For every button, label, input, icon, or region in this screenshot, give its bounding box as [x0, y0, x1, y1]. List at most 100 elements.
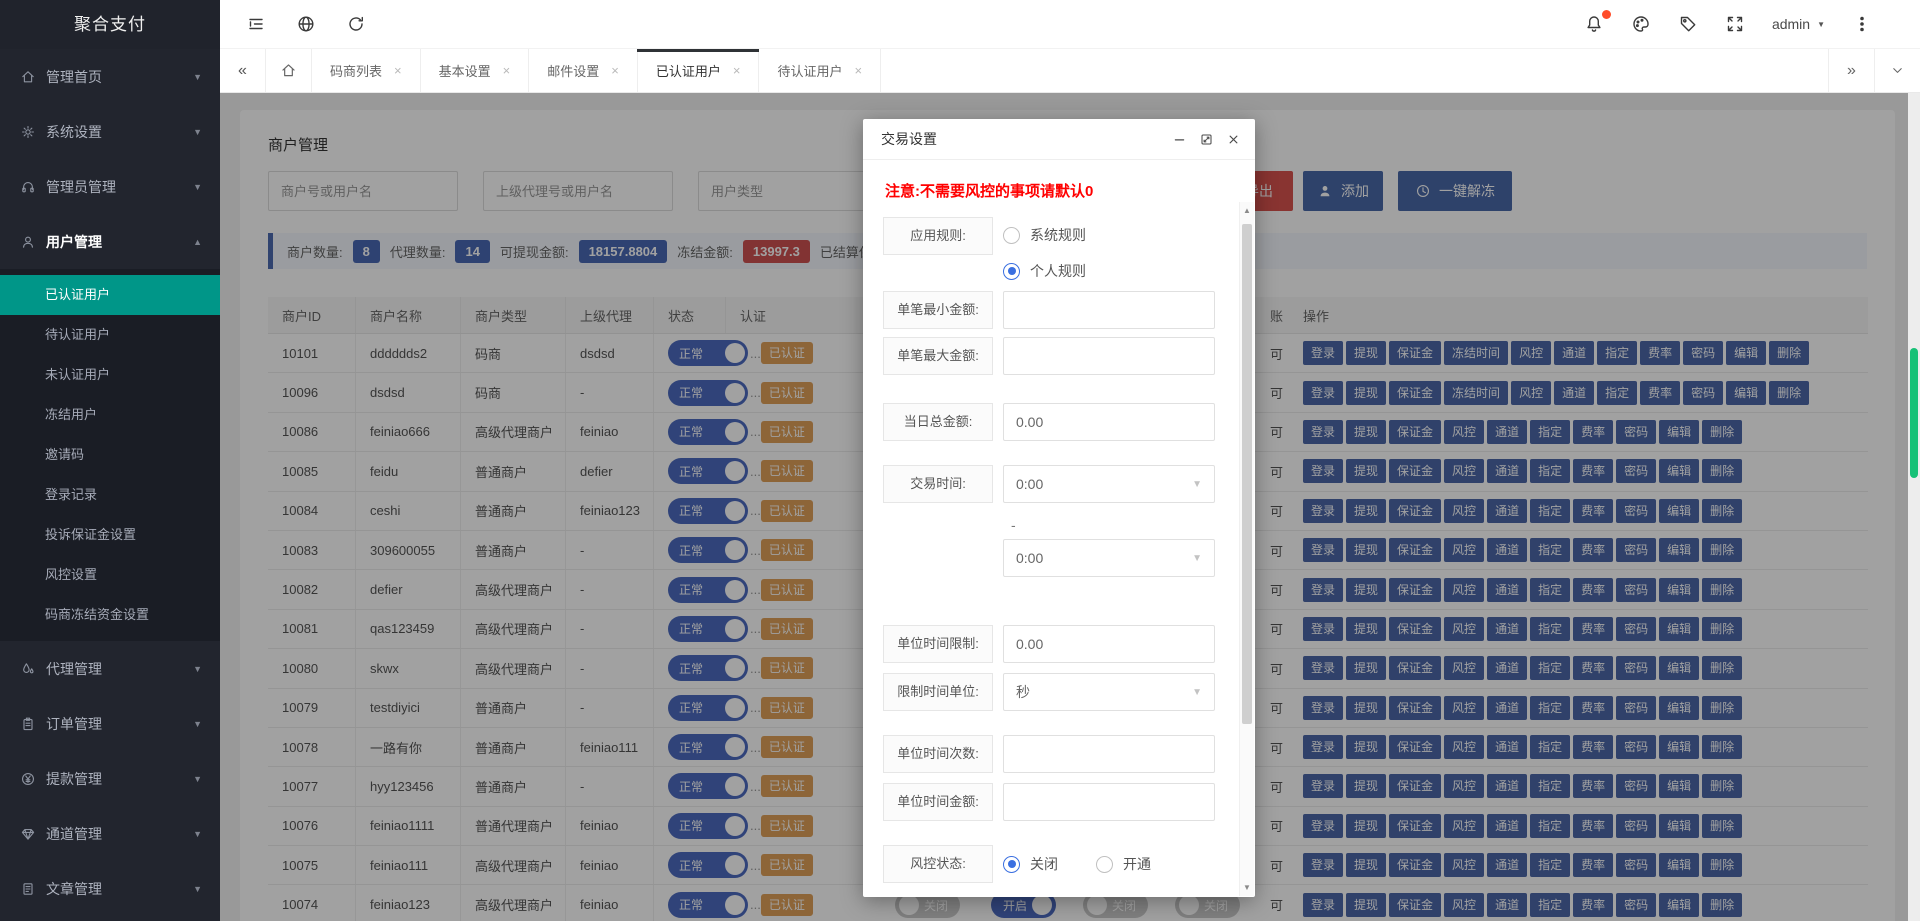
modal-warning-note: 注意:不需要风控的事项请默认0: [885, 180, 1215, 201]
field-input[interactable]: [1003, 403, 1215, 441]
field-select[interactable]: 秒▼: [1003, 673, 1215, 711]
sidebar-toggle-icon[interactable]: [246, 14, 266, 34]
field-label: 风控状态:: [883, 845, 993, 883]
radio-option[interactable]: 开通: [1096, 854, 1151, 874]
modal-field-row: 当日总金额:: [883, 403, 1215, 441]
tab-2[interactable]: 基本设置×: [421, 49, 530, 92]
sidebar-item-2[interactable]: 管理员管理▼: [0, 159, 220, 214]
tab-4[interactable]: 已认证用户×: [638, 49, 760, 92]
tab-close-icon[interactable]: ×: [733, 63, 741, 78]
gem-icon: [20, 826, 36, 842]
topbar-left-icons: [220, 14, 366, 34]
modal-field-row: 单笔最小金额:: [883, 291, 1215, 329]
tag-icon[interactable]: [1678, 14, 1698, 34]
field-control: [1003, 403, 1215, 441]
sidebar-subitem-7[interactable]: 风控设置: [0, 555, 220, 595]
tab-5[interactable]: 待认证用户×: [759, 49, 881, 92]
gear-icon: [20, 124, 36, 140]
more-menu-button[interactable]: [1852, 14, 1872, 34]
sidebar-subitem-3[interactable]: 冻结用户: [0, 395, 220, 435]
field-control: [1003, 735, 1215, 773]
caret-down-icon: ▼: [193, 127, 202, 137]
refresh-icon[interactable]: [346, 14, 366, 34]
scroll-up-icon[interactable]: ▲: [1240, 206, 1254, 215]
modal-field-row: 单位时间金额:: [883, 783, 1215, 821]
tab-home[interactable]: [266, 49, 312, 92]
field-input[interactable]: [1003, 735, 1215, 773]
field-control: 系统规则个人规则: [1003, 217, 1215, 281]
modal-window-controls: [1172, 132, 1241, 147]
field-input[interactable]: [1003, 291, 1215, 329]
sidebar-subitem-5[interactable]: 登录记录: [0, 475, 220, 515]
modal-field-row: 交易时间: 0:00▼: [883, 465, 1215, 503]
modal-field-row: 单位时间次数:: [883, 735, 1215, 773]
brand-title: 聚合支付: [0, 0, 220, 49]
close-icon[interactable]: [1226, 132, 1241, 147]
radio-unchecked-icon[interactable]: [1003, 227, 1020, 244]
field-input[interactable]: [1003, 625, 1215, 663]
field-label: 单位时间次数:: [883, 735, 993, 773]
user-menu[interactable]: admin▼: [1772, 16, 1825, 32]
field-select[interactable]: 0:00▼: [1003, 465, 1215, 503]
sidebar-submenu: 已认证用户待认证用户未认证用户冻结用户邀请码登录记录投诉保证金设置风控设置码商冻…: [0, 269, 220, 641]
tab-close-icon[interactable]: ×: [611, 63, 619, 78]
tab-close-icon[interactable]: ×: [503, 63, 511, 78]
topbar: admin▼: [220, 0, 1920, 49]
field-control: [1003, 783, 1215, 821]
notifications-button[interactable]: [1584, 14, 1604, 34]
tabs-forward-button[interactable]: »: [1828, 49, 1874, 92]
minimize-icon[interactable]: [1172, 132, 1187, 147]
sidebar-item-5[interactable]: 订单管理▼: [0, 696, 220, 751]
tabbar: « 码商列表×基本设置×邮件设置×已认证用户×待认证用户× »: [220, 49, 1920, 93]
sidebar-item-6[interactable]: 提款管理▼: [0, 751, 220, 806]
field-input[interactable]: [1003, 783, 1215, 821]
sidebar-subitem-1[interactable]: 待认证用户: [0, 315, 220, 355]
sidebar-item-8[interactable]: 文章管理▼: [0, 861, 220, 916]
sidebar-subitem-8[interactable]: 码商冻结资金设置: [0, 595, 220, 635]
field-input[interactable]: [1003, 337, 1215, 375]
radio-unchecked-icon[interactable]: [1096, 856, 1113, 873]
sidebar-subitem-6[interactable]: 投诉保证金设置: [0, 515, 220, 555]
time-range-separator: -: [1011, 517, 1215, 533]
radio-option[interactable]: 系统规则: [1003, 225, 1215, 245]
scroll-down-icon[interactable]: ▼: [1240, 883, 1254, 892]
sidebar-subitem-2[interactable]: 未认证用户: [0, 355, 220, 395]
tab-close-icon[interactable]: ×: [854, 63, 862, 78]
sidebar-item-3[interactable]: 用户管理▲: [0, 214, 220, 269]
modal-form: 应用规则:系统规则个人规则单笔最小金额:单笔最大金额:当日总金额:交易时间:0:…: [883, 217, 1215, 883]
radio-option[interactable]: 关闭: [1003, 854, 1058, 874]
tabs-dropdown-button[interactable]: [1874, 49, 1920, 92]
radio-label: 系统规则: [1030, 225, 1086, 245]
maximize-icon[interactable]: [1199, 132, 1214, 147]
tabs-collapse-button[interactable]: «: [220, 49, 266, 92]
sidebar-item-7[interactable]: 通道管理▼: [0, 806, 220, 861]
globe-icon[interactable]: [296, 14, 316, 34]
field-label: 交易时间:: [883, 465, 993, 503]
page-scrollbar-thumb[interactable]: [1910, 348, 1918, 478]
palette-icon[interactable]: [1631, 14, 1651, 34]
radio-checked-icon[interactable]: [1003, 263, 1020, 280]
tab-3[interactable]: 邮件设置×: [529, 49, 638, 92]
sidebar-subitem-4[interactable]: 邀请码: [0, 435, 220, 475]
fullscreen-icon[interactable]: [1725, 14, 1745, 34]
sidebar-item-label: 管理员管理: [46, 177, 116, 197]
page-scrollbar[interactable]: [1908, 93, 1920, 921]
sidebar-subitem-0[interactable]: 已认证用户: [0, 275, 220, 315]
sidebar-item-0[interactable]: 管理首页▼: [0, 49, 220, 104]
select-value: 0:00: [1016, 550, 1043, 566]
tab-1[interactable]: 码商列表×: [312, 49, 421, 92]
radio-checked-icon[interactable]: [1003, 856, 1020, 873]
modal-scrollbar-thumb[interactable]: [1242, 224, 1252, 724]
field-label: 当日总金额:: [883, 403, 993, 441]
modal-scrollbar[interactable]: ▲ ▼: [1239, 202, 1254, 896]
field-control: 0:00▼: [1003, 465, 1215, 503]
radio-option[interactable]: 个人规则: [1003, 261, 1215, 281]
caret-down-icon: ▼: [1192, 687, 1202, 698]
sidebar-item-4[interactable]: 代理管理▼: [0, 641, 220, 696]
doc-icon: [20, 881, 36, 897]
field-select[interactable]: 0:00▼: [1003, 539, 1215, 577]
sidebar-item-1[interactable]: 系统设置▼: [0, 104, 220, 159]
tab-close-icon[interactable]: ×: [394, 63, 402, 78]
app-root: 聚合支付 管理首页▼系统设置▼管理员管理▼用户管理▲已认证用户待认证用户未认证用…: [0, 0, 1920, 921]
caret-down-icon: ▼: [193, 774, 202, 784]
